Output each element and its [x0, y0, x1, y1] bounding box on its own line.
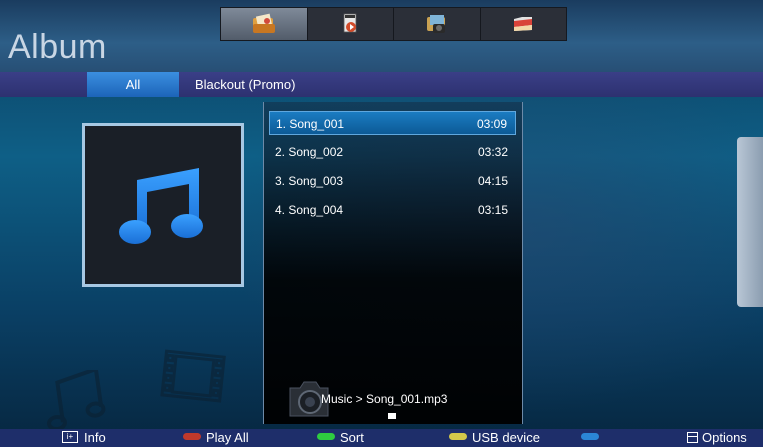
- folder-icon: [514, 17, 533, 31]
- filter-all-button[interactable]: All: [87, 72, 179, 97]
- tab-music[interactable]: [308, 8, 394, 40]
- options-button[interactable]: Options: [702, 430, 747, 446]
- song-duration: 03:32: [477, 145, 508, 159]
- play-all-button[interactable]: Play All: [206, 430, 249, 446]
- song-duration: 04:15: [477, 174, 508, 188]
- song-row[interactable]: 1. Song_001 03:09: [269, 111, 516, 135]
- tab-photo[interactable]: [221, 8, 308, 40]
- music-note-icon: [119, 168, 203, 244]
- tab-video[interactable]: [394, 8, 481, 40]
- song-title: 2. Song_002: [275, 145, 344, 159]
- music-note-watermark-icon: [47, 370, 106, 430]
- camera-video-icon: [426, 15, 445, 33]
- album-art: [82, 123, 244, 287]
- blue-key-icon: [581, 433, 599, 440]
- page-indicator: [388, 413, 396, 419]
- yellow-key-icon: [449, 433, 467, 440]
- song-duration: 03:15: [477, 203, 508, 217]
- filter-blackout-button[interactable]: Blackout (Promo): [195, 72, 295, 97]
- bottom-bar: i+ Info Play All Sort USB device Options: [0, 429, 763, 447]
- filter-bar: All Blackout (Promo): [0, 72, 763, 97]
- film-strip-icon: [160, 349, 226, 403]
- song-row[interactable]: 2. Song_002 03:32: [269, 140, 516, 164]
- song-list: 1. Song_001 03:09 2. Song_002 03:32 3. S…: [263, 102, 523, 424]
- song-row[interactable]: 4. Song_004 03:15: [269, 198, 516, 222]
- red-key-icon: [183, 433, 201, 440]
- options-key-icon: [687, 432, 698, 443]
- music-note-icon: [343, 13, 357, 33]
- scrollbar[interactable]: [737, 137, 763, 307]
- tab-files[interactable]: [481, 8, 567, 40]
- page-title: Album: [8, 28, 107, 66]
- screen: Album All Blackout (Promo) 1. Song_001 0…: [0, 0, 763, 447]
- song-row[interactable]: 3. Song_003 04:15: [269, 169, 516, 193]
- song-title: 4. Song_004: [275, 203, 344, 217]
- current-path: Music > Song_001.mp3: [321, 392, 448, 406]
- info-key-icon: i+: [62, 431, 78, 443]
- usb-device-button[interactable]: USB device: [472, 430, 540, 446]
- sort-button[interactable]: Sort: [340, 430, 364, 446]
- green-key-icon: [317, 433, 335, 440]
- photo-folder-icon: [252, 13, 275, 33]
- song-duration: 03:09: [476, 117, 507, 131]
- info-button[interactable]: Info: [84, 430, 106, 446]
- song-title: 3. Song_003: [275, 174, 344, 188]
- top-bar: Album: [0, 0, 763, 72]
- media-tabs: [220, 7, 567, 41]
- song-title: 1. Song_001: [276, 117, 345, 131]
